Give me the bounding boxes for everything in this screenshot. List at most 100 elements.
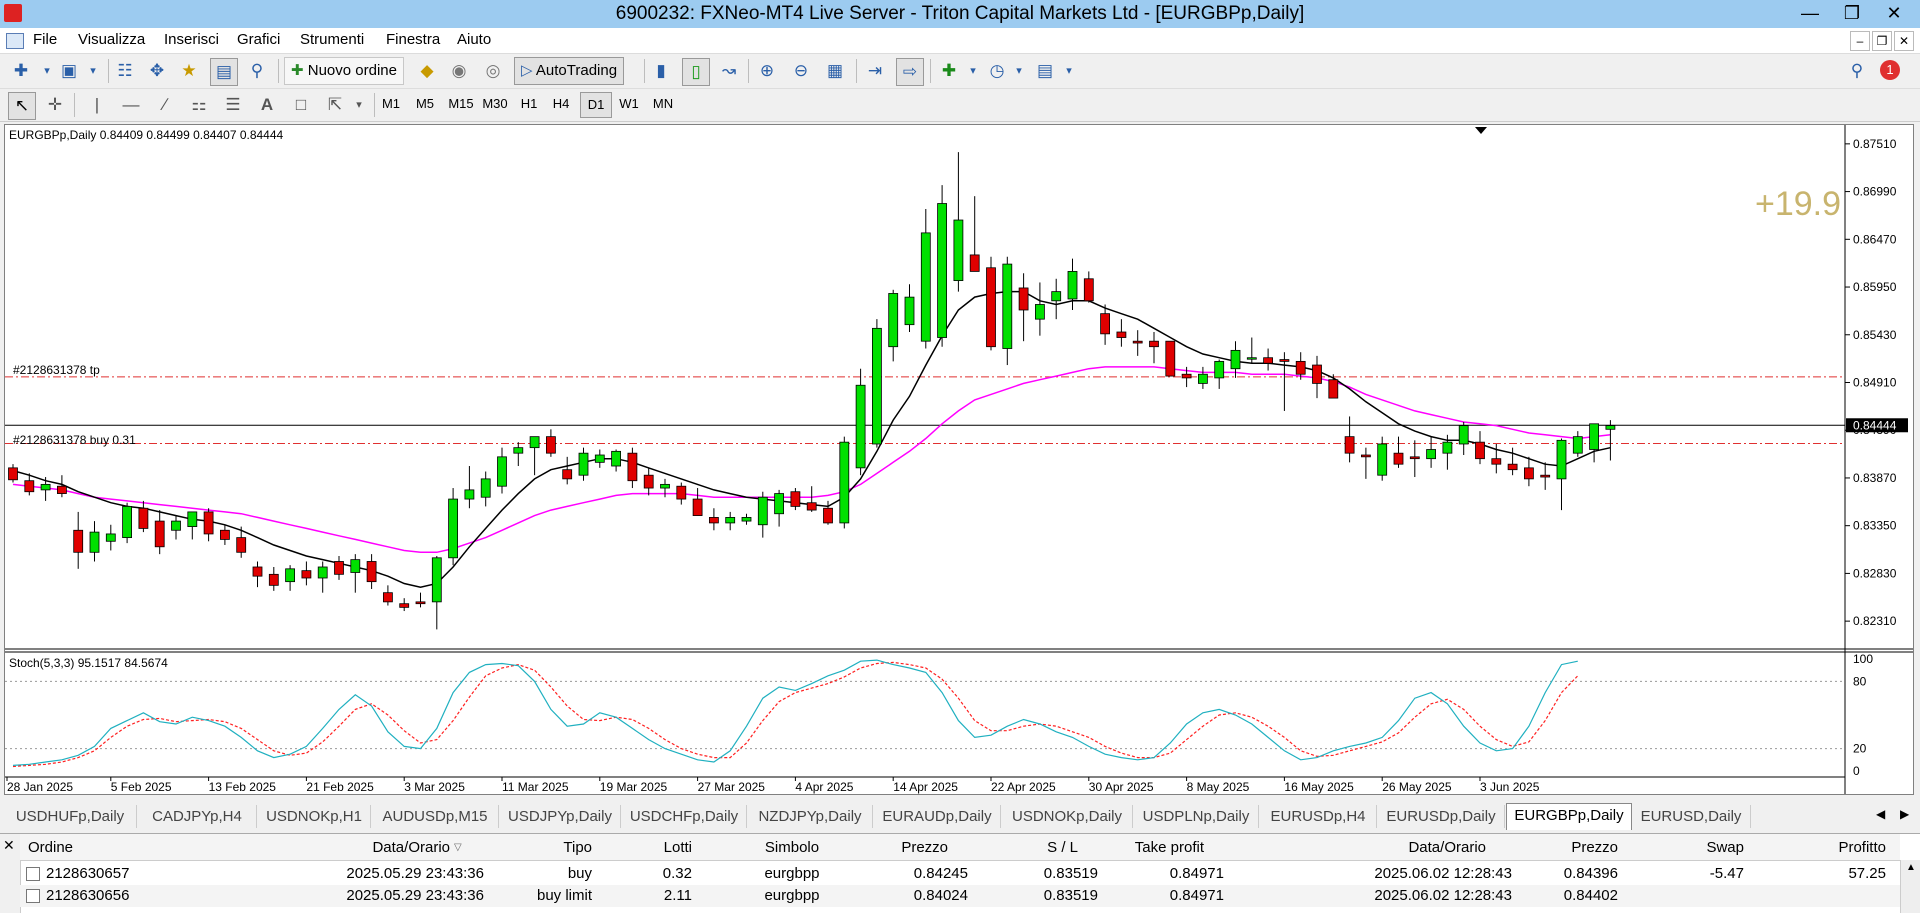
timeframe-m1[interactable]: M1 <box>376 92 406 116</box>
horizontal-line-icon[interactable]: — <box>118 92 144 118</box>
terminal-side-handle[interactable]: ✕ <box>0 834 21 913</box>
timeframe-m30[interactable]: M30 <box>478 92 512 116</box>
crosshair-icon[interactable]: ✛ <box>42 92 68 118</box>
mdi-close-button[interactable]: ✕ <box>1894 31 1914 51</box>
text-icon[interactable]: A <box>254 92 280 118</box>
new-order-button[interactable]: ✚ Nuovo ordine <box>284 57 404 85</box>
timeframe-w1[interactable]: W1 <box>614 92 644 116</box>
col-time[interactable]: Data/Orario <box>1330 837 1486 859</box>
text-label-icon[interactable]: □ <box>288 92 314 118</box>
tile-windows-icon[interactable]: ▦ <box>822 58 848 84</box>
col-lots[interactable]: Lotti <box>600 837 692 859</box>
vertical-line-icon[interactable]: | <box>84 92 110 118</box>
col-open-time[interactable]: Data/Orario <box>300 837 450 859</box>
col-sl[interactable]: S / L <box>960 837 1078 859</box>
periods-dropdown-icon[interactable]: ▾ <box>1006 58 1032 84</box>
auto-scroll-icon[interactable]: ⇨ <box>896 58 924 86</box>
tab-usdhufp-daily[interactable]: USDHUFp,Daily <box>4 805 137 828</box>
timeframe-m5[interactable]: M5 <box>410 92 440 116</box>
col-order[interactable]: Ordine <box>28 837 148 859</box>
maximize-button[interactable]: ❐ <box>1832 0 1872 26</box>
arrows-icon[interactable]: ⇱ <box>322 92 348 118</box>
candle[interactable] <box>122 502 132 544</box>
tab-audusdp-m15[interactable]: AUDUSDp,M15 <box>372 805 499 828</box>
col-type[interactable]: Tipo <box>470 837 592 859</box>
fibonacci-icon[interactable]: ☰ <box>220 92 246 118</box>
chart-shift-icon[interactable]: ⇥ <box>862 58 888 84</box>
tab-eurusdp-h4[interactable]: EURUSDp,H4 <box>1260 805 1377 828</box>
menu-grafici[interactable]: Grafici <box>237 31 280 48</box>
tab-usdnokp-daily[interactable]: USDNOKp,Daily <box>1002 805 1133 828</box>
mdi-minimize-button[interactable]: – <box>1850 31 1870 51</box>
menu-strumenti[interactable]: Strumenti <box>300 31 364 48</box>
timeframe-d1[interactable]: D1 <box>580 92 612 118</box>
templates-dropdown-icon[interactable]: ▾ <box>1056 58 1082 84</box>
templates-icon[interactable]: ▤ <box>1032 58 1058 84</box>
tab-eurusd-daily[interactable]: EURUSD,Daily <box>1632 805 1751 828</box>
tab-usdchfp-daily[interactable]: USDCHFp,Daily <box>622 805 747 828</box>
market-watch-icon[interactable]: ☷ <box>112 58 138 84</box>
tab-cadjpyp-h4[interactable]: CADJPYp,H4 <box>138 805 257 828</box>
tabs-scroll-left-icon[interactable]: ◀ <box>1876 807 1885 821</box>
timeframe-m15[interactable]: M15 <box>444 92 478 116</box>
candle[interactable] <box>790 488 801 511</box>
tab-eurusdp-daily[interactable]: EURUSDp,Daily <box>1378 805 1505 828</box>
data-window-icon[interactable]: ✥ <box>144 58 170 84</box>
timeframe-h4[interactable]: H4 <box>546 92 576 116</box>
arrows-dropdown-icon[interactable]: ▾ <box>346 92 372 118</box>
timeframe-h1[interactable]: H1 <box>514 92 544 116</box>
tab-nzdjpyp-daily[interactable]: NZDJPYp,Daily <box>748 805 873 828</box>
navigator-icon[interactable]: ★ <box>176 58 202 84</box>
price-chart-svg[interactable]: 0.87510 0.86990 0.86470 0.85950 0.85430 0.849… <box>5 125 1913 794</box>
candle[interactable] <box>1165 340 1176 377</box>
tab-usdplnp-daily[interactable]: USDPLNp,Daily <box>1134 805 1259 828</box>
trendline-icon[interactable]: ∕ <box>152 92 178 118</box>
chart-window[interactable]: 0.87510 0.86990 0.86470 0.85950 0.85430 0.849… <box>4 124 1914 795</box>
tabs-scroll-right-icon[interactable]: ▶ <box>1900 807 1909 821</box>
candle[interactable] <box>937 185 947 347</box>
notification-badge[interactable]: 1 <box>1880 60 1900 80</box>
order-row[interactable]: 2128630657 2025.05.29 23:43:36 buy 0.32 … <box>20 863 1900 885</box>
tab-eurgbpp-daily[interactable]: EURGBPp,Daily <box>1506 803 1632 830</box>
menu-aiuto[interactable]: Aiuto <box>457 31 491 48</box>
tab-usdnokp-h1[interactable]: USDNOKp,H1 <box>258 805 371 828</box>
col-current-price[interactable]: Prezzo <box>1500 837 1618 859</box>
scroll-up-icon[interactable]: ▲ <box>1906 862 1916 873</box>
indicators-icon[interactable]: ✚ <box>936 58 962 84</box>
tab-usdjpyp-daily[interactable]: USDJPYp,Daily <box>500 805 621 828</box>
strategy-tester-icon[interactable]: ⚲ <box>244 58 270 84</box>
col-swap[interactable]: Swap <box>1640 837 1744 859</box>
col-price[interactable]: Prezzo <box>820 837 948 859</box>
indicators-dropdown-icon[interactable]: ▾ <box>960 58 986 84</box>
autotrading-button[interactable]: ▷ AutoTrading <box>514 57 625 85</box>
line-chart-icon[interactable]: ↝ <box>716 58 742 84</box>
terminal-scrollbar[interactable]: ▲ <box>1900 860 1920 913</box>
mdi-restore-button[interactable]: ❐ <box>1872 31 1892 51</box>
menu-finestra[interactable]: Finestra <box>386 31 440 48</box>
zoom-out-icon[interactable]: ⊖ <box>788 58 814 84</box>
order-row[interactable]: 2128630656 2025.05.29 23:43:36 buy limit… <box>20 885 1900 907</box>
col-tp[interactable]: Take profit <box>1080 837 1204 859</box>
tab-euraudp-daily[interactable]: EURAUDp,Daily <box>874 805 1001 828</box>
menu-file[interactable]: File <box>33 31 57 48</box>
candle[interactable] <box>839 436 850 529</box>
market-icon[interactable]: ◎ <box>480 58 506 84</box>
terminal-close-icon[interactable]: ✕ <box>3 837 15 854</box>
menu-inserisci[interactable]: Inserisci <box>164 31 219 48</box>
col-profit[interactable]: Profitto <box>1760 837 1886 859</box>
candle[interactable] <box>872 319 882 448</box>
candle[interactable] <box>986 256 996 351</box>
profiles-dropdown-icon[interactable]: ▾ <box>80 58 106 84</box>
candle[interactable] <box>1002 256 1013 366</box>
metaeditor-icon[interactable]: ◆ <box>414 58 440 84</box>
channel-icon[interactable]: ⚏ <box>186 92 212 118</box>
zoom-in-icon[interactable]: ⊕ <box>754 58 780 84</box>
minimize-button[interactable]: — <box>1790 0 1830 26</box>
terminal-icon[interactable]: ▤ <box>210 58 238 86</box>
bar-chart-icon[interactable]: ▮ <box>648 58 674 84</box>
candlestick-icon[interactable]: ▯ <box>682 58 710 86</box>
new-chart-icon[interactable]: ✚ <box>8 58 34 84</box>
signals-icon[interactable]: ◉ <box>446 58 472 84</box>
profiles-icon[interactable]: ▣ <box>56 58 82 84</box>
close-button[interactable]: ✕ <box>1874 0 1914 26</box>
